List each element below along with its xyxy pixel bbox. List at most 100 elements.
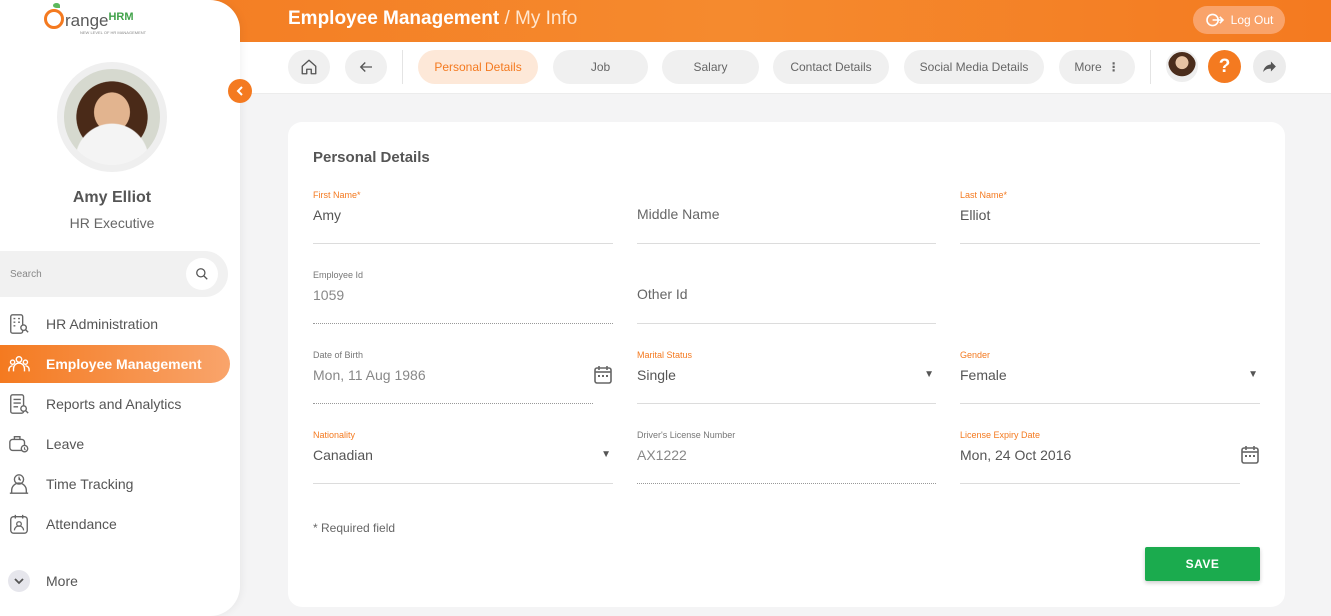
field-underline: [637, 243, 936, 244]
help-icon: ?: [1218, 55, 1231, 77]
drivers-license-field: Driver's License Number AX1222: [637, 430, 936, 484]
people-icon: [8, 355, 30, 372]
sidebar-more-label: More: [46, 573, 78, 589]
profile-picture-frame: [57, 62, 167, 172]
clock-user-icon: [9, 474, 29, 494]
leave-icon: [9, 435, 29, 453]
field-underline: [313, 323, 613, 324]
sidebar-item-reports-and-analytics[interactable]: Reports and Analytics: [0, 385, 230, 423]
other-id-field[interactable]: Other Id: [637, 270, 936, 324]
orangehrm-logo[interactable]: range HRM NEW LEVEL OF HR MANAGEMENT: [44, 3, 146, 36]
module-title: Employee Management: [288, 8, 500, 29]
field-value: Female: [960, 367, 1007, 383]
logo-tagline: NEW LEVEL OF HR MANAGEMENT: [80, 30, 147, 35]
field-label: Nationality: [313, 430, 356, 440]
field-underline: [960, 403, 1260, 404]
share-button[interactable]: [1253, 50, 1286, 83]
chevron-down-icon: [8, 570, 30, 592]
tab-personal-details[interactable]: Personal Details: [418, 50, 538, 84]
arrow-left-icon: [359, 62, 372, 72]
personal-details-card: Personal Details First Name* Amy Middle …: [288, 122, 1285, 607]
attendance-icon: [10, 514, 28, 534]
more-vertical-icon: ⋮: [1107, 60, 1120, 74]
field-label: Gender: [960, 350, 991, 360]
search-input[interactable]: [10, 268, 170, 280]
sidebar-item-employee-management[interactable]: Employee Management: [0, 345, 230, 383]
last-name-field[interactable]: Last Name* Elliot: [960, 190, 1260, 244]
search-button[interactable]: [186, 258, 218, 290]
user-name: Amy Elliot: [72, 189, 152, 206]
field-placeholder: Middle Name: [637, 206, 720, 222]
report-icon: [10, 394, 29, 414]
tab-contact-details[interactable]: Contact Details: [773, 50, 889, 84]
share-icon: [1263, 61, 1276, 73]
field-value: Elliot: [960, 207, 991, 223]
sidebar-item-attendance[interactable]: Attendance: [0, 505, 230, 543]
sidebar-item-label: Employee Management: [46, 356, 202, 372]
field-label: Last Name*: [960, 190, 1008, 200]
field-value: Mon, 24 Oct 2016: [960, 447, 1072, 463]
field-label: Marital Status: [637, 350, 693, 360]
tab-job[interactable]: Job: [553, 50, 648, 84]
title-separator: /: [504, 8, 510, 29]
dropdown-arrow-icon: ▼: [1248, 369, 1258, 380]
logo-orange-icon: [44, 3, 64, 29]
logo-word: range: [65, 11, 109, 30]
chevron-left-icon: [236, 86, 243, 96]
nationality-select[interactable]: Nationality Canadian ▼: [313, 430, 613, 484]
employee-tabs-bar: Personal Details Job Salary Contact Deta…: [240, 42, 1331, 94]
required-field-note: * Required field: [313, 521, 396, 535]
tab-social-media-details[interactable]: Social Media Details: [904, 50, 1044, 84]
calendar-icon[interactable]: [1240, 445, 1260, 465]
logout-label: Log Out: [1230, 13, 1274, 27]
card-title: Personal Details: [313, 149, 430, 166]
save-button[interactable]: SAVE: [1145, 547, 1260, 581]
profile-picture[interactable]: [64, 69, 160, 165]
marital-status-select[interactable]: Marital Status Single ▼: [637, 350, 936, 404]
field-label: Driver's License Number: [637, 430, 736, 440]
field-underline: [960, 483, 1240, 484]
sidebar-more[interactable]: More: [8, 570, 78, 592]
calendar-icon[interactable]: [593, 365, 613, 385]
field-value: Canadian: [313, 447, 373, 463]
field-underline: [313, 243, 613, 244]
license-expiry-date-field[interactable]: License Expiry Date Mon, 24 Oct 2016: [960, 430, 1240, 484]
tab-salary[interactable]: Salary: [662, 50, 759, 84]
field-value: Single: [637, 367, 676, 383]
first-name-field[interactable]: First Name* Amy: [313, 190, 613, 244]
sidebar: range HRM NEW LEVEL OF HR MANAGEMENT Amy…: [0, 0, 240, 616]
tab-more[interactable]: More ⋮: [1059, 50, 1135, 84]
field-underline: [313, 483, 613, 484]
sidebar-item-time-tracking[interactable]: Time Tracking: [0, 465, 230, 503]
sidebar-item-hr-administration[interactable]: HR Administration: [0, 305, 230, 343]
field-value: Mon, 11 Aug 1986: [313, 367, 426, 383]
sidebar-item-leave[interactable]: Leave: [0, 425, 230, 463]
field-value: AX1222: [637, 447, 687, 463]
date-of-birth-field[interactable]: Date of Birth Mon, 11 Aug 1986: [313, 350, 593, 404]
page-subtitle: My Info: [515, 8, 578, 29]
employee-id-field: Employee Id 1059: [313, 270, 613, 324]
user-avatar-small[interactable]: [1166, 50, 1198, 82]
building-icon: [10, 314, 29, 334]
sidebar-search: [0, 251, 228, 297]
help-button[interactable]: ?: [1208, 50, 1241, 83]
field-underline: [637, 403, 936, 404]
logout-button[interactable]: Log Out: [1193, 6, 1285, 34]
field-underline: [960, 243, 1260, 244]
sidebar-item-label: Attendance: [46, 516, 117, 532]
sidebar-item-label: HR Administration: [46, 316, 159, 332]
search-icon: [196, 268, 208, 280]
home-button[interactable]: [288, 50, 330, 84]
back-button[interactable]: [345, 50, 387, 84]
middle-name-field[interactable]: Middle Name: [637, 190, 936, 244]
field-underline: [637, 323, 936, 324]
tab-more-label: More: [1074, 60, 1102, 74]
dropdown-arrow-icon: ▼: [601, 449, 611, 460]
sidebar-collapse-button[interactable]: [228, 79, 252, 103]
sidebar-item-label: Reports and Analytics: [46, 396, 182, 412]
logout-icon: [1205, 13, 1224, 27]
gender-select[interactable]: Gender Female ▼: [960, 350, 1260, 404]
field-value: 1059: [313, 287, 345, 303]
dropdown-arrow-icon: ▼: [924, 369, 934, 380]
field-label: First Name*: [313, 190, 361, 200]
